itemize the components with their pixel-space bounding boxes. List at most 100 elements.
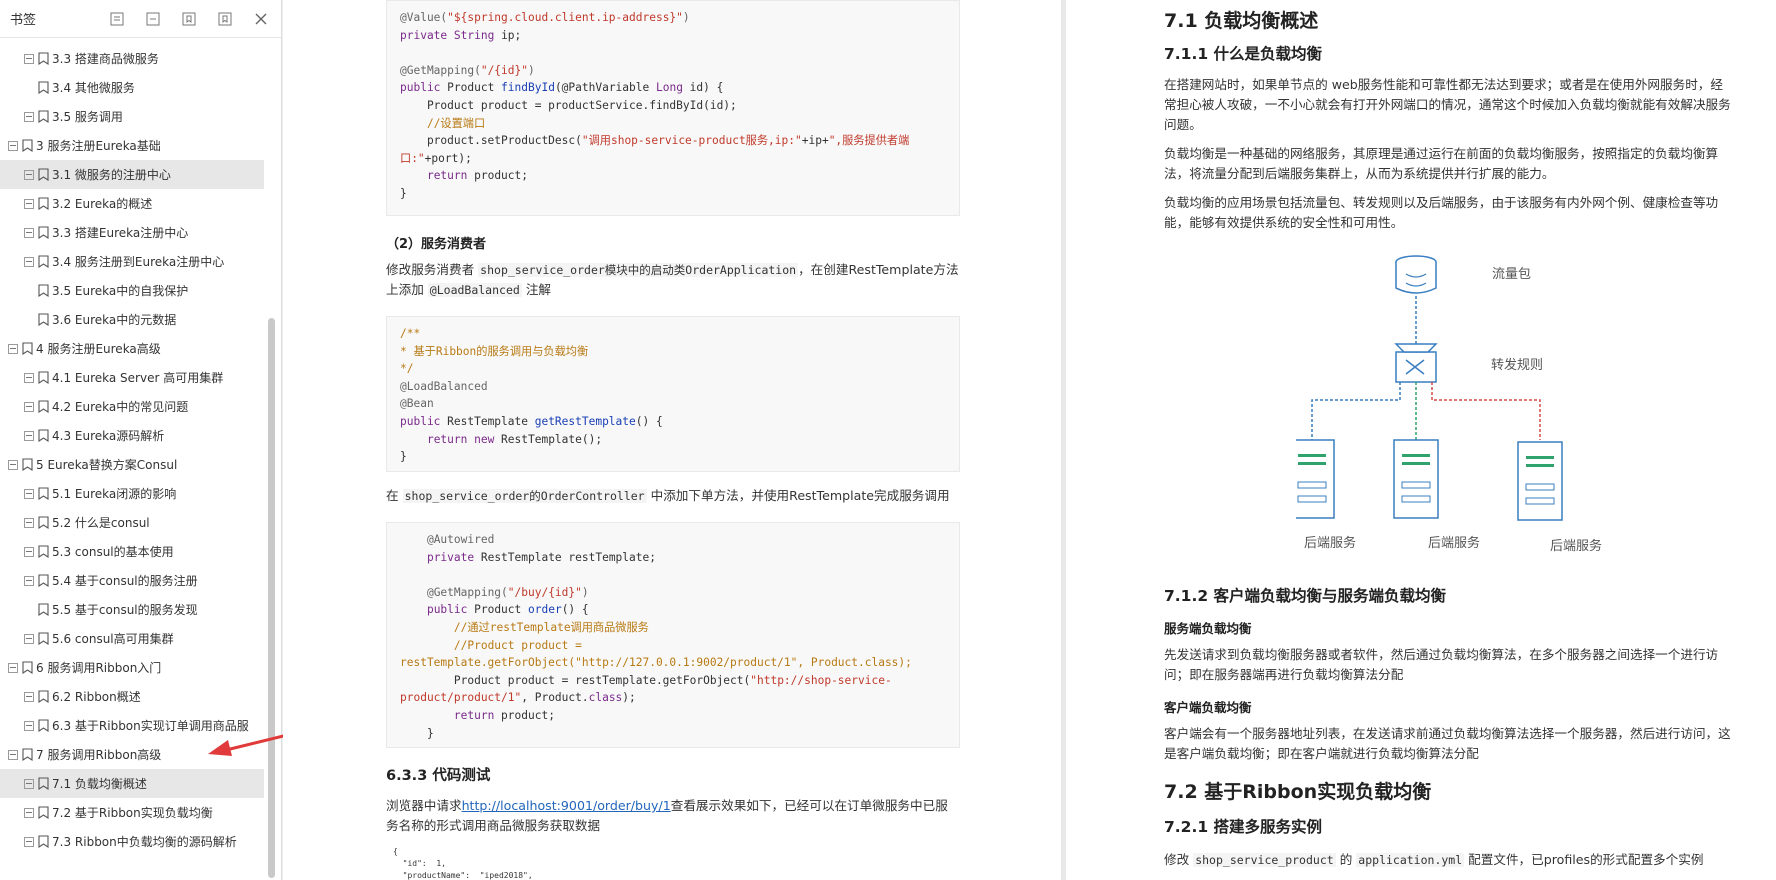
- heading-7-2-1: 7.2.1 搭建多服务实例: [1164, 818, 1323, 836]
- bookmark-item[interactable]: 3.3 搭建商品微服务: [0, 44, 270, 73]
- bookmark-label: 7.1 负载均衡概述: [52, 777, 147, 791]
- expand-toggle-icon[interactable]: [24, 169, 34, 180]
- document-page-right: 7.1 负载均衡概述 7.1.1 什么是负载均衡 在搭建网站时，如果单节点的 w…: [1066, 0, 1776, 880]
- bookmark-label: 5.5 基于consul的服务发现: [52, 603, 198, 617]
- bookmark-item[interactable]: 5.2 什么是consul: [0, 508, 270, 537]
- bookmark-item[interactable]: 4.2 Eureka中的常见问题: [0, 392, 270, 421]
- expand-toggle-icon[interactable]: [24, 488, 34, 499]
- bookmark-icon: [38, 516, 49, 530]
- expand-toggle-icon[interactable]: [24, 807, 34, 818]
- bookmark-label: 4.3 Eureka源码解析: [52, 429, 165, 443]
- bookmark-icon: [38, 574, 49, 588]
- bookmark-item[interactable]: 3.5 服务调用: [0, 102, 270, 131]
- bookmark-item[interactable]: 6 服务调用Ribbon入门: [0, 653, 270, 682]
- bookmark-label: 5.3 consul的基本使用: [52, 545, 174, 559]
- bookmark-item[interactable]: 5.1 Eureka闭源的影响: [0, 479, 270, 508]
- expand-toggle-icon[interactable]: [24, 633, 34, 644]
- sidebar-header: 书签: [0, 0, 281, 38]
- paragraph-multi-instance: 修改 shop_service_product 的 application.ym…: [1164, 852, 1704, 867]
- bookmark-item[interactable]: 4.3 Eureka源码解析: [0, 421, 270, 450]
- bookmark-item[interactable]: 5.6 consul高可用集群: [0, 624, 270, 653]
- expand-toggle-icon[interactable]: [24, 430, 34, 441]
- test-url-link[interactable]: http://localhost:9001/order/buy/1: [462, 798, 671, 813]
- backend-server-3-icon: [1517, 441, 1563, 521]
- expand-toggle-icon[interactable]: [24, 227, 34, 238]
- bookmark-item[interactable]: 3.1 微服务的注册中心: [0, 160, 264, 189]
- bookmark-icon: [22, 139, 33, 153]
- collapse-all-icon[interactable]: [143, 9, 163, 29]
- bookmark-item[interactable]: 3.6 Eureka中的元数据: [0, 305, 270, 334]
- bookmark-icon: [38, 806, 49, 820]
- expand-toggle-icon[interactable]: [24, 778, 34, 789]
- heading-consumer: （2）服务消费者: [386, 237, 487, 252]
- close-icon[interactable]: [251, 9, 271, 29]
- bookmark-item[interactable]: 3 服务注册Eureka基础: [0, 131, 270, 160]
- bookmark-icon: [38, 110, 49, 124]
- bookmark-item[interactable]: 3.4 其他微服务: [0, 73, 270, 102]
- expand-toggle-icon[interactable]: [24, 575, 34, 586]
- expand-toggle-icon[interactable]: [24, 53, 34, 64]
- bookmark-item[interactable]: 5 Eureka替换方案Consul: [0, 450, 270, 479]
- delete-bookmark-icon[interactable]: [215, 9, 235, 29]
- bookmark-item[interactable]: 3.2 Eureka的概述: [0, 189, 270, 218]
- expand-toggle-icon[interactable]: [8, 459, 18, 470]
- bookmark-item[interactable]: 5.5 基于consul的服务发现: [0, 595, 270, 624]
- paragraph-order: 在 shop_service_order的OrderController 中添加…: [386, 488, 950, 503]
- bookmark-label: 3.1 微服务的注册中心: [52, 168, 171, 182]
- json-output-preview: { "id": 1, "productName": "iped2018",: [393, 847, 533, 880]
- bookmark-icon: [38, 313, 49, 327]
- bookmark-item[interactable]: 7.2 基于Ribbon实现负载均衡: [0, 798, 270, 827]
- expand-toggle-icon[interactable]: [24, 372, 34, 383]
- heading-code-test: 6.3.3 代码测试: [386, 768, 491, 784]
- expand-toggle-icon[interactable]: [24, 111, 34, 122]
- paragraph-server-lb: 先发送请求到负载均衡服务器或者软件，然后通过负载均衡算法，在多个服务器之间选择一…: [1164, 647, 1719, 682]
- sidebar-toolbar: [107, 9, 271, 29]
- expand-toggle-icon[interactable]: [24, 256, 34, 267]
- bookmark-item[interactable]: 7.3 Ribbon中负载均衡的源码解析: [0, 827, 270, 856]
- bookmark-label: 3 服务注册Eureka基础: [36, 139, 161, 153]
- bookmark-item[interactable]: 3.4 服务注册到Eureka注册中心: [0, 247, 270, 276]
- bookmark-item[interactable]: 4.1 Eureka Server 高可用集群: [0, 363, 270, 392]
- bookmark-icon: [38, 284, 49, 298]
- traffic-icon: [1395, 255, 1437, 294]
- bookmark-icon: [38, 81, 49, 95]
- expand-toggle-icon[interactable]: [24, 198, 34, 209]
- bookmark-label: 3.6 Eureka中的元数据: [52, 313, 177, 327]
- expand-toggle-icon[interactable]: [24, 517, 34, 528]
- bookmark-label: 7 服务调用Ribbon高级: [36, 748, 162, 762]
- bookmark-icon: [38, 371, 49, 385]
- expand-toggle-icon[interactable]: [8, 343, 18, 354]
- expand-toggle-icon[interactable]: [8, 749, 18, 760]
- bookmark-icon: [38, 835, 49, 849]
- bookmark-item[interactable]: 5.4 基于consul的服务注册: [0, 566, 270, 595]
- bookmark-label: 5.1 Eureka闭源的影响: [52, 487, 177, 501]
- expand-toggle-icon[interactable]: [8, 662, 18, 673]
- document-page-left: @Value("${spring.cloud.client.ip-address…: [283, 0, 1061, 880]
- load-balancing-diagram: [1296, 255, 1563, 521]
- expand-toggle-icon[interactable]: [24, 720, 34, 731]
- expand-toggle-icon[interactable]: [24, 401, 34, 412]
- add-bookmark-icon[interactable]: [179, 9, 199, 29]
- heading-7-2: 7.2 基于Ribbon实现负载均衡: [1164, 781, 1432, 803]
- sidebar-scrollbar[interactable]: [268, 318, 275, 878]
- bookmark-item[interactable]: 7.1 负载均衡概述: [0, 769, 264, 798]
- heading-7-1-1: 7.1.1 什么是负载均衡: [1164, 45, 1323, 63]
- bookmark-label: 3.4 服务注册到Eureka注册中心: [52, 255, 225, 269]
- bookmark-label: 3.4 其他微服务: [52, 81, 135, 95]
- bookmark-label: 3.3 搭建商品微服务: [52, 52, 159, 66]
- expand-toggle-icon[interactable]: [8, 140, 18, 151]
- expand-toggle-icon[interactable]: [24, 691, 34, 702]
- expand-toggle-icon[interactable]: [24, 546, 34, 557]
- code-block-resttemplate: /** * 基于Ribbon的服务调用与负载均衡 */ @LoadBalance…: [386, 316, 960, 472]
- expand-all-icon[interactable]: [107, 9, 127, 29]
- bookmark-icon: [38, 52, 49, 66]
- bookmark-item[interactable]: 4 服务注册Eureka高级: [0, 334, 270, 363]
- paragraph-lb-scenario: 负载均衡的应用场景包括流量包、转发规则以及后端服务，由于该服务有内外网个例、健康…: [1164, 195, 1719, 230]
- bookmark-item[interactable]: 5.3 consul的基本使用: [0, 537, 270, 566]
- bookmark-item[interactable]: 3.3 搭建Eureka注册中心: [0, 218, 270, 247]
- bookmark-icon: [22, 342, 33, 356]
- bookmark-icon: [38, 719, 49, 733]
- paragraph-lb-principle: 负载均衡是一种基础的网络服务，其原理是通过运行在前面的负载均衡服务，按照指定的负…: [1164, 146, 1719, 181]
- expand-toggle-icon[interactable]: [24, 836, 34, 847]
- bookmark-item[interactable]: 3.5 Eureka中的自我保护: [0, 276, 270, 305]
